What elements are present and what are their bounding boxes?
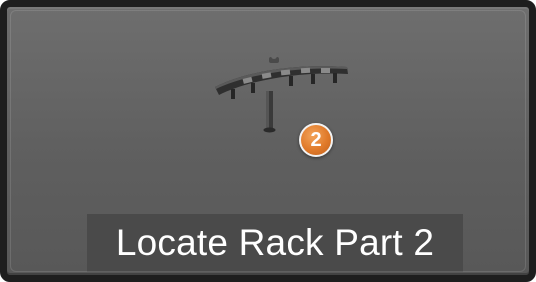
step-number-badge: 2	[299, 123, 333, 157]
label-bar: Locate Rack Part 2	[87, 214, 463, 272]
rack-part-icon	[215, 53, 348, 133]
locate-rack-part-2-button[interactable]: 2 Locate Rack Part 2	[0, 0, 536, 282]
button-label: Locate Rack Part 2	[115, 222, 435, 263]
